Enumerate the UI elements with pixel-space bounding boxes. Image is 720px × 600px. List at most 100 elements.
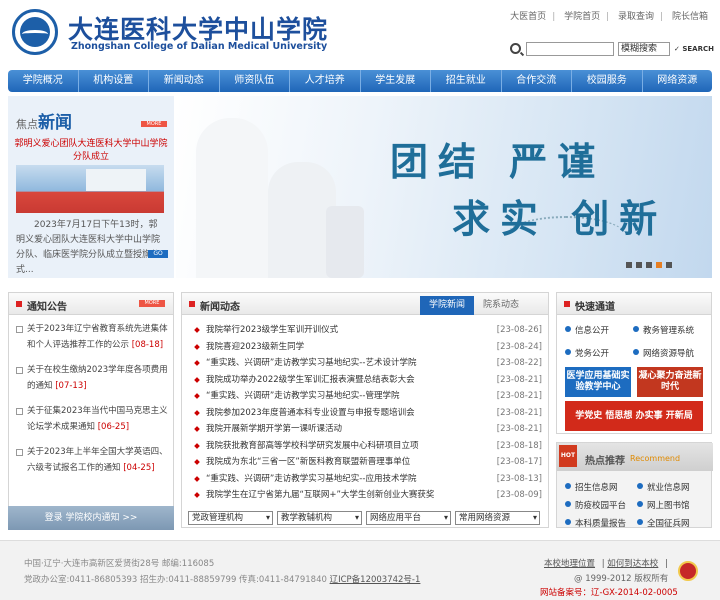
focus-news-summary: 2023年7月17日下午13时，郭明义爱心团队大连医科大学中山学院分队、临床医学… bbox=[16, 220, 161, 275]
quick-link-academic-system[interactable]: 教务管理系统 bbox=[633, 324, 694, 336]
news-list-item[interactable]: 我院举行2023级学生军训开训仪式 [23-08-26] bbox=[192, 322, 542, 339]
square-bullet-icon bbox=[189, 301, 195, 307]
search-button[interactable]: ✓ SEARCH bbox=[674, 42, 714, 56]
news-list-item[interactable]: 我院喜迎2023级新生同学 [23-08-24] bbox=[192, 338, 542, 355]
select-network-resources[interactable]: 常用网络资源 bbox=[455, 511, 540, 525]
news-list-item[interactable]: 我院获批教育部高等学校科学研究发展中心科研项目立项 [23-08-18] bbox=[192, 437, 542, 454]
select-network-platforms[interactable]: 网络应用平台 bbox=[366, 511, 451, 525]
search-mode-select[interactable]: 模糊搜索 bbox=[618, 42, 670, 56]
notice-item-date: [07-13] bbox=[55, 381, 87, 391]
rec-link-quality-report[interactable]: 本科质量报告 bbox=[565, 517, 626, 529]
college-emblem-logo[interactable] bbox=[12, 9, 58, 55]
nav-item-network[interactable]: 网络资源 bbox=[643, 70, 713, 92]
link-selects: 党政管理机构 教学教辅机构 网络应用平台 常用网络资源 bbox=[188, 511, 544, 525]
search-button-label: SEARCH bbox=[682, 45, 714, 53]
login-button[interactable]: 登录 学院校内通知 >> bbox=[8, 506, 174, 530]
select-teaching-units[interactable]: 教学教辅机构 bbox=[277, 511, 362, 525]
news-item-date: [23-08-21] bbox=[496, 371, 542, 388]
footer-link-location[interactable]: 本校地理位置 bbox=[544, 559, 595, 569]
focus-news-go-button[interactable]: GO bbox=[148, 250, 168, 258]
microscope-image bbox=[326, 206, 364, 278]
focus-news-headline[interactable]: 郭明义爱心团队大连医科大学中山学院分队成立 bbox=[12, 138, 170, 164]
nav-item-faculty[interactable]: 师资队伍 bbox=[220, 70, 290, 92]
quick-link-info-disclosure[interactable]: 信息公开 bbox=[565, 324, 609, 336]
news-list-item[interactable]: “重实践、兴调研”走访教学实习基地纪实--艺术设计学院 [23-08-22] bbox=[192, 355, 542, 372]
slide-dot[interactable] bbox=[656, 262, 662, 268]
news-item-text: “重实践、兴调研”走访教学实习基地纪实--艺术设计学院 bbox=[206, 358, 417, 368]
slide-dot[interactable] bbox=[646, 262, 652, 268]
news-list-item[interactable]: “重实践、兴调研”走访教学实习基地纪实--管理学院 [23-08-21] bbox=[192, 388, 542, 405]
rec-link-epidemic-platform[interactable]: 防疫校园平台 bbox=[565, 499, 626, 511]
nav-item-students[interactable]: 学生发展 bbox=[361, 70, 431, 92]
news-list-item[interactable]: 我院学生在辽宁省第九届“互联网+”大学生创新创业大赛获奖 [23-08-09] bbox=[192, 487, 542, 504]
nav-item-departments[interactable]: 机构设置 bbox=[79, 70, 149, 92]
news-list-item[interactable]: 我院开展新学期开学第一课听课活动 [23-08-21] bbox=[192, 421, 542, 438]
new-era-banner-button[interactable]: 凝心聚力奋进新时代 bbox=[637, 367, 703, 397]
news-item-date: [23-08-21] bbox=[496, 404, 542, 421]
news-list-item[interactable]: “重实践、兴调研”走访教学实习基地纪实--应用技术学院 [23-08-13] bbox=[192, 470, 542, 487]
news-item-date: [23-08-13] bbox=[496, 470, 542, 487]
top-links: 大医首页 | 学院首页 | 录取查询 | 院长信箱 bbox=[510, 12, 708, 22]
news-item-text: “重实践、兴调研”走访教学实习基地纪实--管理学院 bbox=[206, 391, 400, 401]
rec-link-online-library[interactable]: 网上图书馆 bbox=[637, 499, 690, 511]
select-admin-units[interactable]: 党政管理机构 bbox=[188, 511, 273, 525]
footer-copyright: @ 1999-2012 版权所有 bbox=[574, 574, 669, 584]
notice-item[interactable]: 关于在校生缴纳2023学年度各项费用的通知 [07-13] bbox=[15, 362, 171, 394]
notice-item[interactable]: 关于2023年辽宁省教育系统先进集体和个人评选推荐工作的公示 [08-18] bbox=[15, 321, 171, 353]
top-link-dayi-home[interactable]: 大医首页 bbox=[510, 12, 546, 22]
nav-item-news[interactable]: 新闻动态 bbox=[149, 70, 220, 92]
news-list-item[interactable]: 我院成功举办2022级学生军训汇报表演暨总结表彰大会 [23-08-21] bbox=[192, 371, 542, 388]
news-item-text: 我院成功举办2022级学生军训汇报表演暨总结表彰大会 bbox=[206, 374, 415, 385]
footer-links: 本校地理位置 | 如何到达本校 | bbox=[544, 559, 668, 569]
news-tabs: 学院新闻 院系动态 bbox=[420, 296, 528, 315]
lab-center-banner-button[interactable]: 医学应用基础实验教学中心 bbox=[565, 367, 631, 397]
rec-link-employment-info[interactable]: 就业信息网 bbox=[637, 481, 690, 493]
rec-link-recruitment[interactable]: 全国征兵网 bbox=[637, 517, 690, 529]
focus-news-box: 焦点新闻 MORE 郭明义爱心团队大连医科大学中山学院分队成立 2023年7月1… bbox=[8, 96, 174, 278]
footer-phones: 党政办公室:0411-86805393 招生办:0411-88859799 传真… bbox=[24, 575, 327, 585]
news-panel: 新闻动态 学院新闻 院系动态 我院举行2023级学生军训开训仪式 [23-08-2… bbox=[181, 292, 549, 528]
slide-dot[interactable] bbox=[636, 262, 642, 268]
footer-icp-link[interactable]: 辽ICP备12003742号-1 bbox=[330, 575, 421, 585]
news-list-item[interactable]: 我院参加2023年度普通本科专业设置与申报专题培训会 [23-08-21] bbox=[192, 404, 542, 421]
news-item-text: 我院喜迎2023级新生同学 bbox=[206, 341, 305, 352]
slide-indicators bbox=[622, 262, 672, 268]
nav-item-talent[interactable]: 人才培养 bbox=[290, 70, 361, 92]
news-item-text: 我院参加2023年度普通本科专业设置与申报专题培训会 bbox=[206, 407, 415, 418]
tab-college-news[interactable]: 学院新闻 bbox=[420, 296, 474, 315]
footer-link-directions[interactable]: 如何到达本校 bbox=[607, 559, 658, 569]
nav-item-overview[interactable]: 学院概况 bbox=[8, 70, 79, 92]
nav-item-cooperation[interactable]: 合作交流 bbox=[502, 70, 572, 92]
tab-department-news[interactable]: 院系动态 bbox=[474, 296, 528, 315]
news-item-date: [23-08-18] bbox=[496, 437, 542, 454]
top-link-president-mailbox[interactable]: 院长信箱 bbox=[672, 12, 708, 22]
banner-slogan-line2: 求实 创新 bbox=[452, 196, 668, 241]
footer-filing: 网站备案号：辽-GX-2014-02-0005 bbox=[540, 588, 678, 598]
notice-item[interactable]: 关于征集2023年当代中国马克思主义论坛学术成果通知 [06-25] bbox=[15, 403, 171, 435]
news-item-text: 我院开展新学期开学第一课听课活动 bbox=[206, 424, 343, 434]
rec-link-admission-info[interactable]: 招生信息网 bbox=[565, 481, 618, 493]
news-list-item[interactable]: 我院成为东北“三省一区”新医科教育联盟新晋理事单位 [23-08-17] bbox=[192, 454, 542, 471]
police-badge-icon[interactable] bbox=[678, 561, 698, 581]
notice-item[interactable]: 关于2023年上半年全国大学英语四、六级考试报名工作的通知 [04-25] bbox=[15, 444, 171, 476]
quick-link-resource-nav[interactable]: 网络资源导航 bbox=[633, 347, 694, 359]
quick-access-title: 快速通道 bbox=[575, 302, 615, 313]
party-history-banner-button[interactable]: 学党史 悟思想 办实事 开新局 bbox=[565, 401, 703, 431]
top-link-admission-query[interactable]: 录取查询 bbox=[618, 12, 654, 22]
focus-news-more-button[interactable]: MORE bbox=[141, 121, 167, 127]
nav-item-campus-service[interactable]: 校园服务 bbox=[572, 70, 643, 92]
notice-more-button[interactable]: MORE bbox=[139, 300, 165, 307]
slide-dot[interactable] bbox=[666, 262, 672, 268]
focus-news-label-big: 新闻 bbox=[38, 113, 72, 133]
banner-slideshow[interactable]: 团结 严谨 求实 创新 bbox=[176, 96, 712, 278]
notice-header: 通知公告 MORE bbox=[9, 293, 173, 315]
news-item-date: [23-08-22] bbox=[496, 355, 542, 372]
nav-item-admission[interactable]: 招生就业 bbox=[431, 70, 502, 92]
focus-news-photo[interactable] bbox=[16, 165, 164, 213]
recommend-panel: HOT 热点推荐 Recommend 招生信息网 就业信息网 防疫校园平台 网上… bbox=[556, 442, 713, 529]
top-link-college-home[interactable]: 学院首页 bbox=[564, 12, 600, 22]
quick-link-party-affairs[interactable]: 党务公开 bbox=[565, 347, 609, 359]
focus-news-label-small: 焦点 bbox=[16, 118, 38, 131]
slide-dot[interactable] bbox=[626, 262, 632, 268]
search-input[interactable] bbox=[526, 42, 614, 56]
